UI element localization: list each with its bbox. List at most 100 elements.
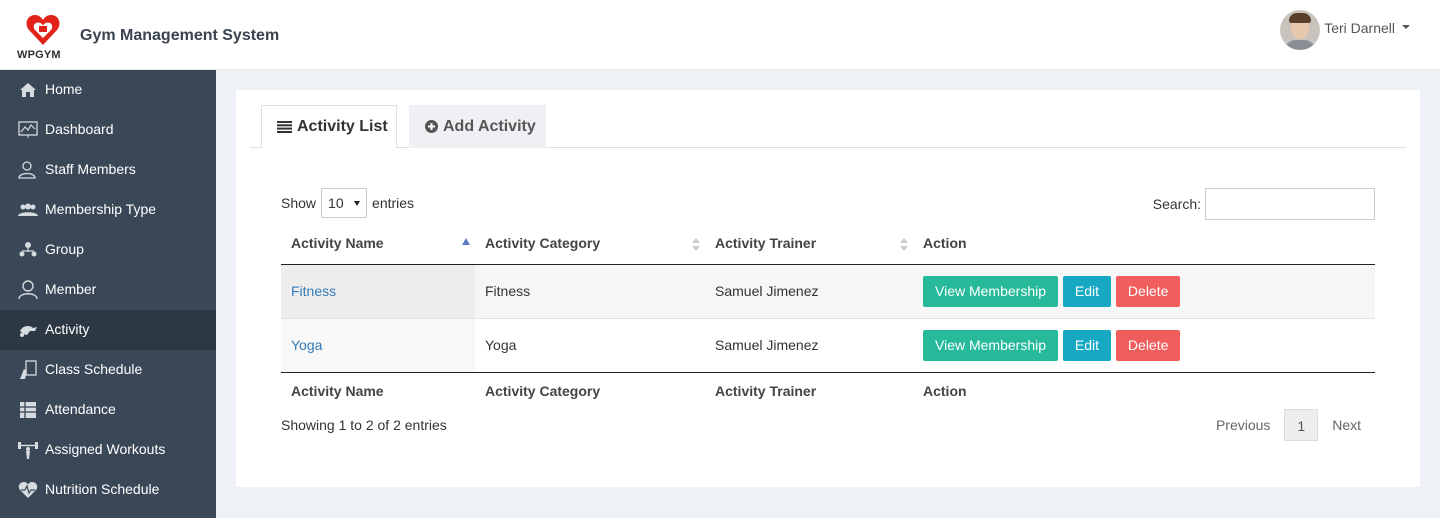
sidebar-item-activity[interactable]: Activity [0, 310, 216, 350]
sidebar-item-class-schedule[interactable]: Class Schedule [0, 350, 216, 390]
next-button[interactable]: Next [1318, 409, 1375, 441]
column-header-activity-category[interactable]: Activity Category [475, 223, 705, 265]
pagination: Previous 1 Next [1202, 409, 1375, 441]
member-icon [18, 280, 38, 300]
activity-icon [18, 320, 38, 340]
activity-name-link[interactable]: Yoga [291, 337, 322, 353]
sidebar-item-staff-members[interactable]: Staff Members [0, 150, 216, 190]
activity-category-cell: Yoga [475, 317, 705, 372]
delete-button[interactable]: Delete [1115, 275, 1181, 307]
sidebar-item-label: Nutrition Schedule [45, 481, 160, 497]
dashboard-icon [18, 120, 38, 140]
top-header: WPGYM Gym Management System Teri Darnell [0, 0, 1440, 70]
sort-both-icon [692, 238, 700, 251]
tab-label: Add Activity [443, 117, 536, 135]
sidebar-item-label: Class Schedule [45, 361, 143, 377]
sort-both-icon [900, 238, 908, 251]
tab-activity-list[interactable]: Activity List [261, 105, 397, 149]
activity-table: Activity Name Activity Category Activity… [281, 223, 1375, 409]
sidebar-item-label: Group [45, 241, 84, 257]
sidebar-item-label: Activity [45, 321, 90, 337]
entries-select[interactable]: 10 [321, 188, 368, 218]
sidebar-item-membership-type[interactable]: Membership Type [0, 190, 216, 230]
table-row: Yoga Yoga Samuel Jimenez View Membership… [281, 317, 1375, 372]
column-header-action: Action [913, 223, 1375, 265]
entries-length-control: Show 10 entries [281, 188, 414, 218]
sidebar-item-group[interactable]: Group [0, 230, 216, 270]
sidebar-item-member[interactable]: Member [0, 270, 216, 310]
activity-trainer-cell: Samuel Jimenez [705, 317, 913, 372]
activity-trainer-cell: Samuel Jimenez [715, 283, 819, 299]
column-label: Activity Category [485, 235, 601, 252]
column-header-activity-name[interactable]: Activity Name [281, 223, 475, 265]
activity-name-cell: Yoga [281, 317, 475, 372]
entries-value: 10 [328, 195, 344, 211]
activity-name-link[interactable]: Fitness [291, 283, 336, 299]
sidebar-item-label: Attendance [45, 401, 116, 417]
group-icon [18, 240, 38, 260]
home-icon [18, 80, 38, 100]
search-label: Search: [1152, 196, 1201, 212]
table-info: Showing 1 to 2 of 2 entries [281, 417, 447, 433]
sidebar-item-home[interactable]: Home [0, 70, 216, 110]
user-name[interactable]: Teri Darnell [1324, 20, 1395, 36]
sort-ascending-icon [462, 238, 470, 245]
sidebar-item-label: Dashboard [45, 121, 114, 137]
attendance-icon [18, 400, 38, 420]
page-button-1[interactable]: 1 [1284, 409, 1319, 441]
sidebar-item-label: Membership Type [45, 201, 157, 217]
class-schedule-icon [18, 360, 38, 380]
activity-name-cell: Fitness [281, 264, 475, 318]
tab-bar: Activity List Add Activity [250, 105, 1406, 149]
sidebar-item-label: Member [45, 281, 97, 297]
user-menu[interactable]: Teri Darnell [1280, 10, 1410, 50]
edit-button[interactable]: Edit [1062, 275, 1112, 307]
sidebar-item-label: Staff Members [45, 161, 136, 177]
content-panel: Activity List Add Activity Show 10 entri… [236, 90, 1420, 487]
tab-label: Activity List [297, 118, 388, 135]
nutrition-icon [18, 480, 38, 500]
sidebar-item-label: Home [45, 81, 83, 97]
view-membership-button[interactable]: View Membership [923, 275, 1059, 307]
search-control: Search: [1153, 188, 1375, 220]
action-cell: View Membership Edit Delete [913, 264, 1375, 318]
delete-button[interactable]: Delete [1115, 329, 1181, 361]
sidebar-item-label: Assigned Workouts [45, 441, 166, 457]
sidebar-item-attendance[interactable]: Attendance [0, 390, 216, 430]
sidebar-item-assigned-workouts[interactable]: Assigned Workouts [0, 430, 216, 470]
view-membership-button[interactable]: View Membership [923, 329, 1059, 361]
app-title: Gym Management System [80, 27, 280, 44]
column-label: Activity Trainer [715, 235, 817, 252]
entries-label: entries [372, 195, 415, 211]
previous-button[interactable]: Previous [1202, 409, 1284, 441]
table-footer-row: Activity Name Activity Category Activity… [281, 371, 1375, 409]
table-header-row: Activity Name Activity Category Activity… [281, 223, 1375, 265]
list-icon [277, 121, 292, 133]
footer-action: Action [913, 371, 1375, 409]
membership-icon [18, 200, 38, 220]
sidebar-item-nutrition-schedule[interactable]: Nutrition Schedule [0, 470, 216, 510]
activity-category-cell: Fitness [485, 283, 531, 299]
wpgym-logo[interactable]: WPGYM [17, 13, 69, 61]
column-label: Activity Name [291, 235, 384, 252]
heart-logo-icon [26, 15, 60, 45]
logo-text: WPGYM [17, 49, 61, 61]
sidebar-item-dashboard[interactable]: Dashboard [0, 110, 216, 150]
plus-circle-icon [425, 120, 438, 133]
sidebar: Home Dashboard Staff Members Membership … [0, 70, 216, 518]
avatar[interactable] [1280, 10, 1321, 50]
tab-add-activity[interactable]: Add Activity [409, 105, 546, 148]
workout-icon [18, 440, 38, 460]
column-label: Action [923, 235, 967, 252]
staff-icon [18, 160, 38, 180]
select-arrow-icon [354, 201, 361, 206]
column-header-activity-trainer[interactable]: Activity Trainer [705, 223, 913, 265]
footer-activity-name: Activity Name [281, 371, 475, 409]
table-row: Fitness Fitness Samuel Jimenez View Memb… [281, 264, 1375, 318]
footer-activity-trainer: Activity Trainer [705, 371, 913, 409]
footer-activity-category: Activity Category [475, 371, 705, 409]
caret-down-icon[interactable] [1402, 25, 1410, 29]
action-cell: View Membership Edit Delete [913, 317, 1375, 372]
search-input[interactable] [1205, 188, 1375, 220]
edit-button[interactable]: Edit [1062, 329, 1112, 361]
